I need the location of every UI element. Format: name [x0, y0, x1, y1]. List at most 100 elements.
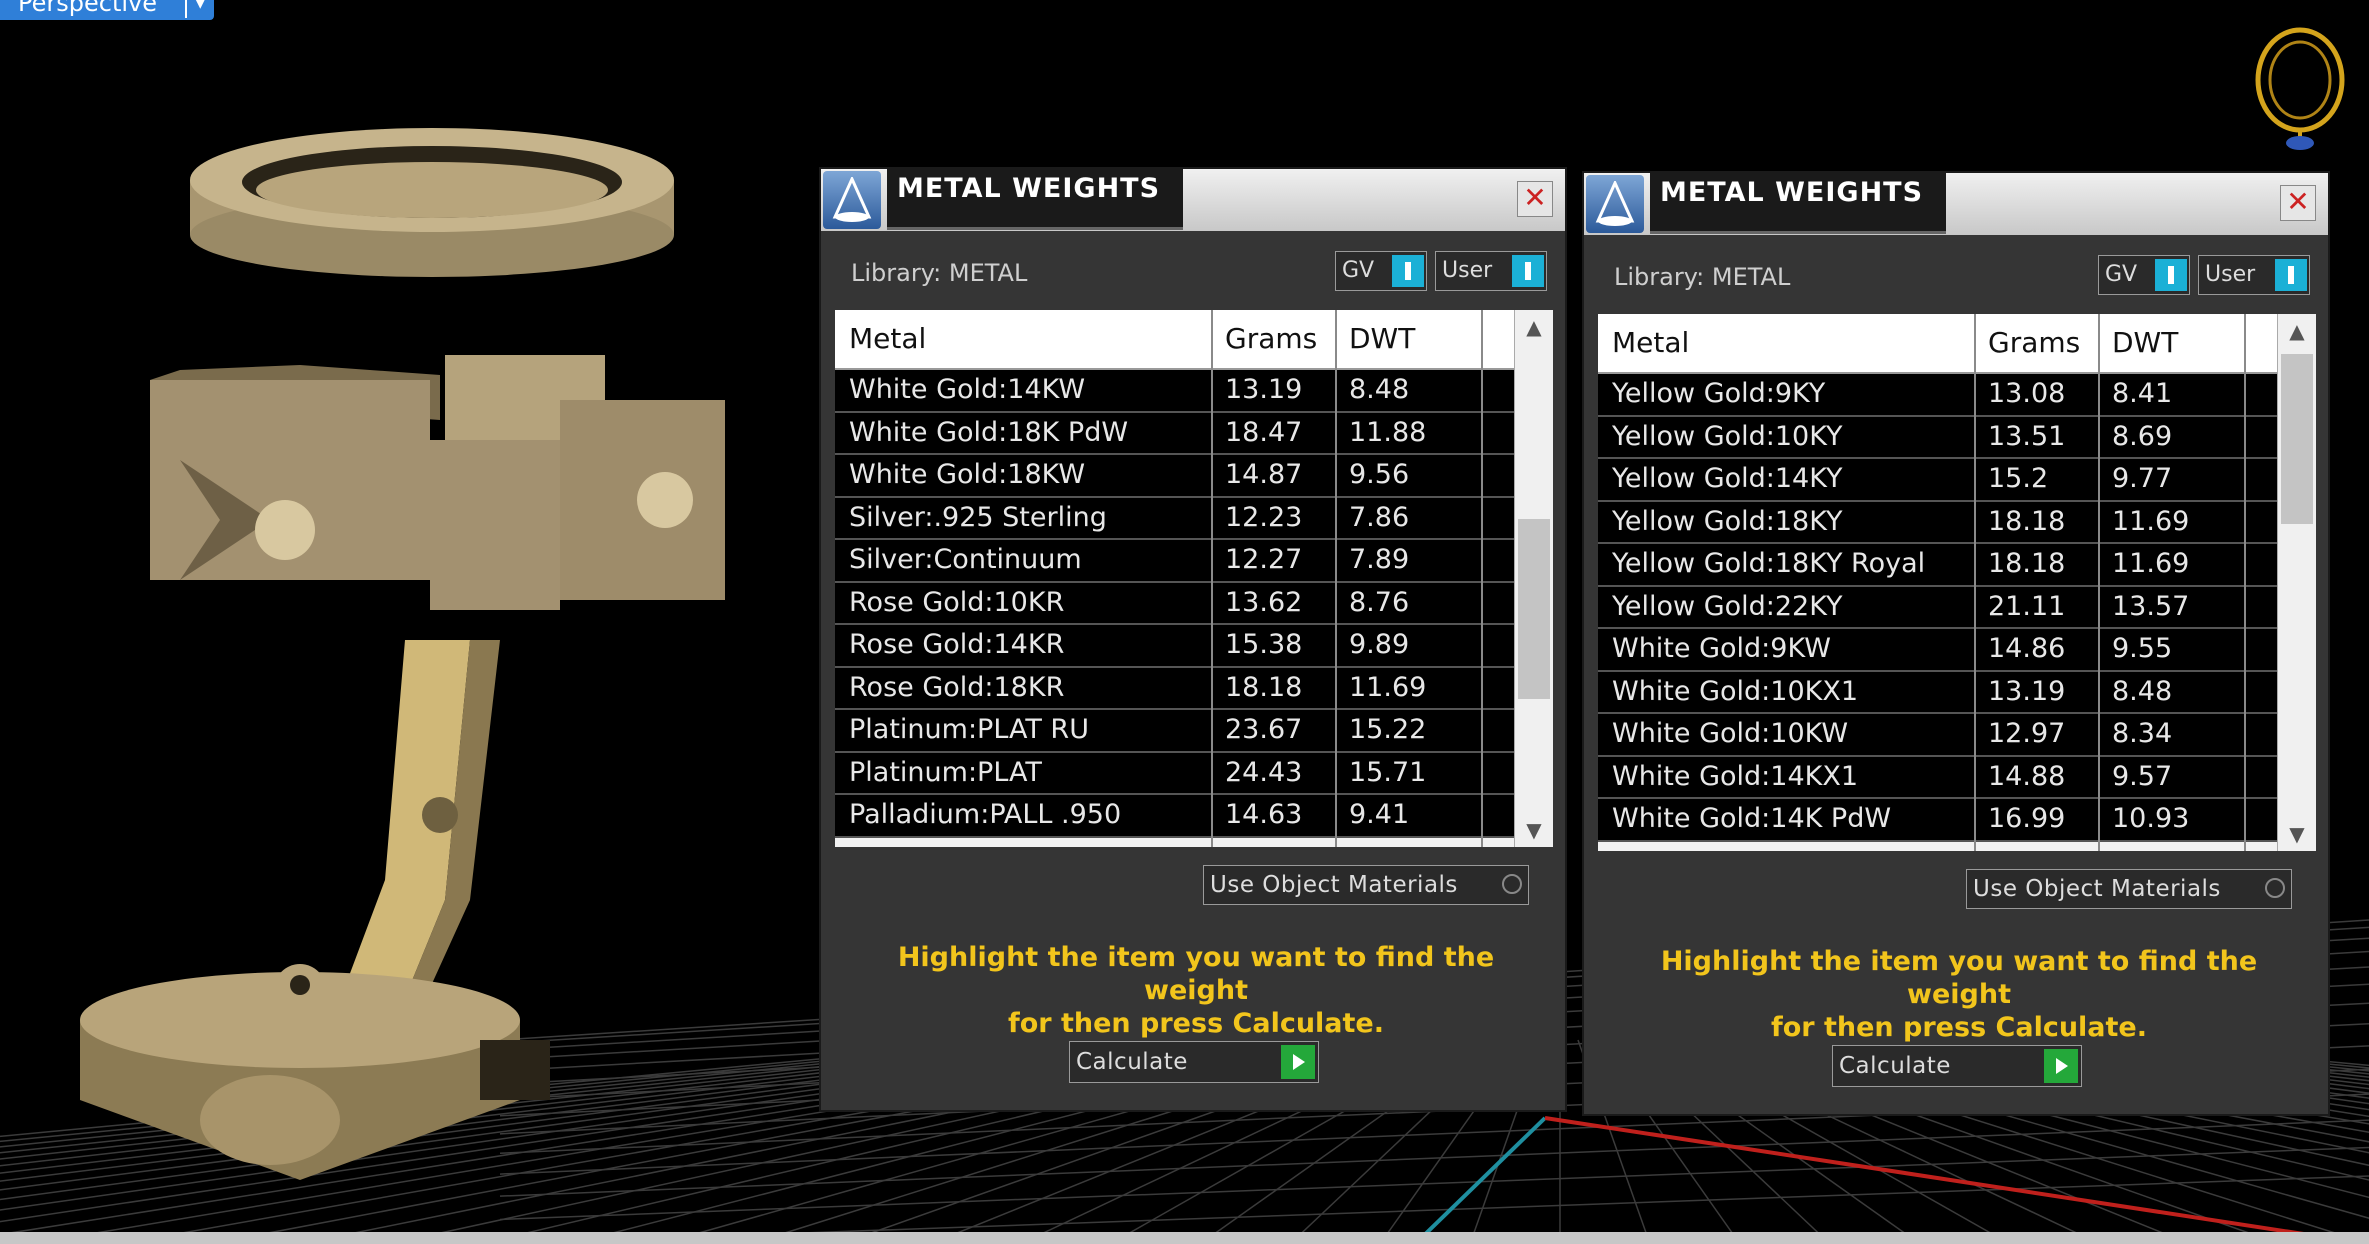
table-row[interactable]: Platinum:PLAT RU 23.67 15.22	[835, 710, 1515, 753]
grams-cell: 15.38	[1225, 629, 1303, 660]
dwt-cell: 8.34	[2112, 718, 2173, 749]
scroll-thumb[interactable]	[2281, 354, 2313, 524]
table-row[interactable]: White Gold:10KX1 13.19 8.48	[1598, 671, 2278, 714]
table-row[interactable]: Silver:Continuum 12.27 7.89	[835, 540, 1515, 583]
table-row[interactable]: Palladium:PALL .950 14.63 9.41	[835, 795, 1515, 838]
metal-table[interactable]: Metal Grams DWT Yellow Gold:9KY 13.08 8.41…	[1598, 314, 2316, 851]
panel-title-box: METAL WEIGHTS	[887, 169, 1183, 230]
column-divider	[1211, 310, 1213, 847]
use-object-materials-toggle[interactable]: Use Object Materials	[1966, 869, 2292, 909]
metal-name-cell: Silver:.925 Sterling	[849, 501, 1107, 533]
user-toggle[interactable]: User	[1435, 251, 1547, 291]
scroll-up-icon[interactable]: ▲	[1515, 310, 1553, 344]
table-row[interactable]: White Gold:14K PdW 16.99 10.93	[1598, 799, 2278, 842]
metal-name-cell: Platinum:PLAT RU	[849, 714, 1089, 745]
column-header-dwt[interactable]: DWT	[2112, 326, 2178, 359]
dwt-cell: 9.57	[2112, 760, 2173, 792]
metal-table[interactable]: Metal Grams DWT White Gold:14KW 13.19 8.48…	[835, 310, 1553, 847]
column-divider	[2098, 314, 2100, 851]
column-divider	[1974, 314, 1976, 851]
table-row[interactable]: White Gold:14KW 13.19 8.48	[835, 370, 1515, 413]
table-row[interactable]: White Gold:18K PdW 18.47 11.88	[835, 412, 1515, 455]
viewport-label-tab[interactable]: Perspective ▼	[0, 0, 214, 20]
grams-cell: 18.18	[1988, 548, 2066, 579]
table-row[interactable]: White Gold:10KW 12.97 8.34	[1598, 714, 2278, 757]
table-row[interactable]: White Gold:9KW 14.86 9.55	[1598, 629, 2278, 672]
table-row[interactable]: White Gold:18KW 14.87 9.56	[835, 455, 1515, 498]
table-row[interactable]: Yellow Gold:22KY 21.11 13.57	[1598, 586, 2278, 629]
column-header-grams[interactable]: Grams	[1225, 322, 1317, 355]
user-toggle-label: User	[2205, 262, 2256, 287]
gv-toggle-label: GV	[2105, 262, 2138, 287]
chevron-down-icon[interactable]: ▼	[184, 0, 214, 18]
table-row[interactable]: Silver:.925 Sterling 12.23 7.86	[835, 497, 1515, 540]
table-row[interactable]: Platinum:PLAT 24.43 15.71	[835, 752, 1515, 795]
dwt-cell: 15.71	[1349, 756, 1427, 788]
grams-cell: 15.2	[1988, 463, 2049, 494]
metal-name-cell: Rose Gold:18KR	[849, 671, 1065, 703]
table-row[interactable]: Yellow Gold:10KY 13.51 8.69	[1598, 416, 2278, 459]
instruction-line-2: for then press Calculate.	[1007, 1008, 1385, 1039]
gv-toggle[interactable]: GV	[1335, 251, 1427, 291]
column-header-metal[interactable]: Metal	[849, 322, 926, 355]
grams-cell: 16.99	[1988, 803, 2066, 834]
gv-toggle[interactable]: GV	[2098, 255, 2190, 295]
metal-weights-panel-2: METAL WEIGHTS ✕ Library: METAL GV User M…	[1582, 171, 2330, 1116]
metal-name-cell: White Gold:18KW	[849, 459, 1086, 490]
table-scrollbar[interactable]: ▲ ▼	[2277, 314, 2316, 851]
dwt-cell: 8.48	[2112, 675, 2173, 707]
table-header: Metal Grams DWT	[1598, 314, 2278, 374]
dwt-cell: 11.88	[1349, 416, 1427, 448]
table-row[interactable]: Yellow Gold:18KY Royal 18.18 11.69	[1598, 544, 2278, 587]
grams-cell: 12.27	[1225, 544, 1303, 575]
column-header-metal[interactable]: Metal	[1612, 326, 1689, 359]
dwt-cell: 11.69	[2112, 548, 2190, 579]
grams-cell: 14.87	[1225, 459, 1303, 490]
table-row[interactable]: Yellow Gold:9KY 13.08 8.41	[1598, 374, 2278, 417]
jewelry-model	[80, 128, 725, 1180]
dwt-cell: 8.48	[1349, 374, 1410, 405]
table-row[interactable]: White Gold:14KX1 14.88 9.57	[1598, 756, 2278, 799]
column-header-dwt[interactable]: DWT	[1349, 322, 1415, 355]
grams-cell: 21.11	[1988, 590, 2066, 622]
grams-cell: 14.88	[1988, 760, 2066, 792]
table-row[interactable]: Rose Gold:10KR 13.62 8.76	[835, 582, 1515, 625]
grams-cell: 18.47	[1225, 416, 1303, 448]
metal-name-cell: White Gold:14KX1	[1612, 760, 1859, 792]
use-object-materials-label: Use Object Materials	[1973, 876, 2221, 902]
table-scrollbar[interactable]: ▲ ▼	[1514, 310, 1553, 847]
panel-title: METAL WEIGHTS	[897, 173, 1161, 204]
metal-name-cell: Rose Gold:14KR	[849, 629, 1065, 660]
dwt-cell: 11.69	[1349, 671, 1427, 703]
scroll-down-icon[interactable]: ▼	[2278, 817, 2316, 851]
metal-name-cell: White Gold:9KW	[1612, 633, 1831, 664]
dwt-cell: 13.57	[2112, 590, 2190, 622]
grams-cell: 14.63	[1225, 799, 1303, 830]
scroll-down-icon[interactable]: ▼	[1515, 813, 1553, 847]
calculate-button[interactable]: Calculate	[1069, 1041, 1319, 1083]
calculate-label: Calculate	[1076, 1049, 1188, 1075]
calculate-button[interactable]: Calculate	[1832, 1045, 2082, 1087]
metal-weights-app-icon	[823, 171, 881, 229]
instruction-text: Highlight the item you want to find the …	[1624, 945, 2294, 1044]
table-row[interactable]: Yellow Gold:18KY 18.18 11.69	[1598, 501, 2278, 544]
column-header-grams[interactable]: Grams	[1988, 326, 2080, 359]
close-icon[interactable]: ✕	[2280, 185, 2316, 221]
scroll-thumb[interactable]	[1518, 519, 1550, 699]
toggle-on-icon	[1392, 255, 1424, 287]
scroll-up-icon[interactable]: ▲	[2278, 314, 2316, 348]
user-toggle[interactable]: User	[2198, 255, 2310, 295]
table-header: Metal Grams DWT	[835, 310, 1515, 370]
table-row[interactable]: Yellow Gold:14KY 15.2 9.77	[1598, 459, 2278, 502]
use-object-materials-toggle[interactable]: Use Object Materials	[1203, 865, 1529, 905]
table-row[interactable]: Rose Gold:14KR 15.38 9.89	[835, 625, 1515, 668]
column-divider	[1335, 310, 1337, 847]
table-row[interactable]: Rose Gold:18KR 18.18 11.69	[835, 667, 1515, 710]
table-body: White Gold:14KW 13.19 8.48 White Gold:18K P…	[835, 370, 1515, 838]
grams-cell: 13.19	[1988, 675, 2066, 707]
close-icon[interactable]: ✕	[1517, 181, 1553, 217]
metal-name-cell: Yellow Gold:18KY	[1612, 505, 1843, 537]
gumball-navigation-widget[interactable]	[2255, 27, 2345, 150]
panel-title: METAL WEIGHTS	[1660, 177, 1924, 208]
metal-name-cell: White Gold:14K PdW	[1612, 803, 1892, 834]
